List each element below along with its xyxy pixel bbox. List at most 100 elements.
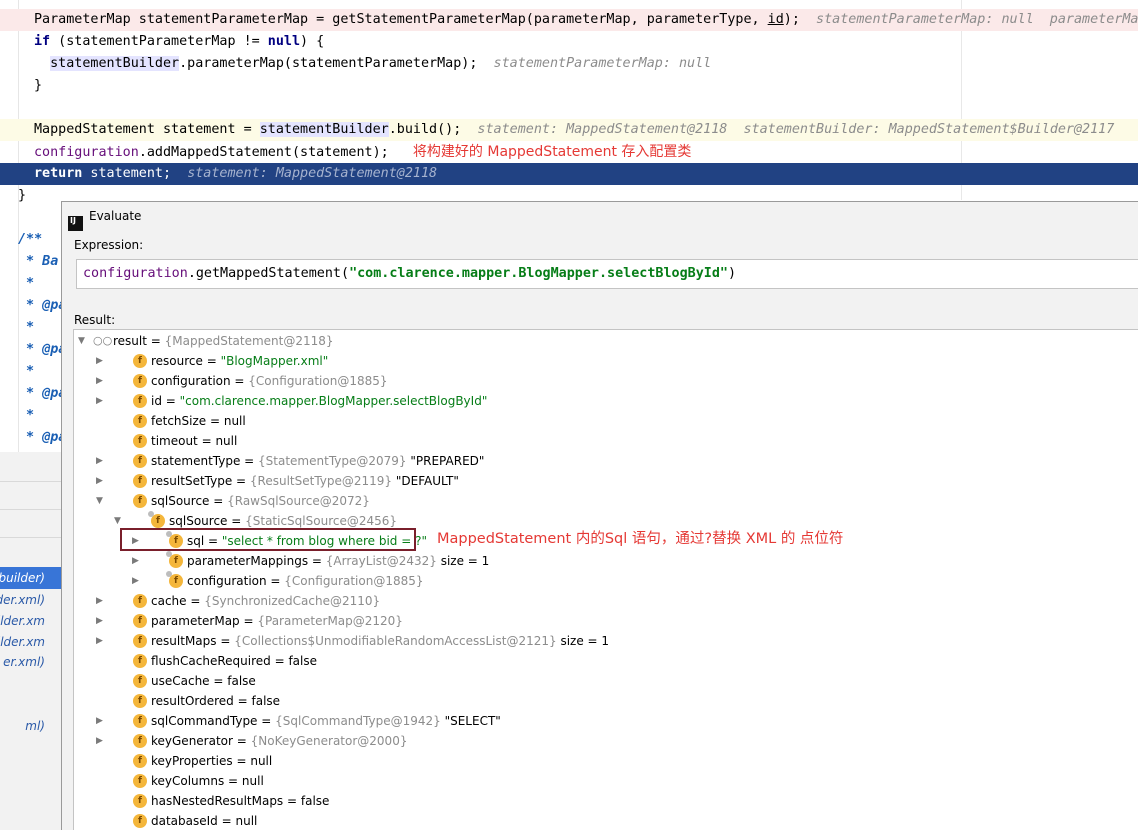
field-icon: f	[133, 634, 147, 648]
field-type: {MappedStatement@2118}	[164, 334, 334, 348]
tree-row[interactable]: ▶ f keyGenerator = {NoKeyGenerator@2000}	[74, 731, 1134, 751]
field-name: resource	[151, 354, 203, 368]
tree-row[interactable]: f keyProperties = null	[74, 751, 1134, 771]
tree-row[interactable]: ▶ f statementType = {StatementType@2079} "…	[74, 451, 1134, 471]
tree-row[interactable]: ▶ f configuration = {Configuration@1885}	[74, 571, 1134, 591]
field-icon: f	[133, 394, 147, 408]
field-string-value: "com.clarence.mapper.BlogMapper.selectBl…	[179, 394, 488, 408]
tree-row[interactable]: f resultOrdered = false	[74, 691, 1134, 711]
expand-arrow-icon[interactable]: ▶	[132, 551, 142, 571]
field-icon: f	[133, 654, 147, 668]
project-item[interactable]: der.xml)	[0, 590, 62, 610]
tree-row-text: id = "com.clarence.mapper.BlogMapper.sel…	[151, 394, 488, 408]
field-name: sqlCommandType	[151, 714, 258, 728]
expand-arrow-icon[interactable]: ▶	[96, 351, 106, 371]
field-icon: f	[133, 614, 147, 628]
code-text: }	[34, 78, 43, 93]
tree-row[interactable]: f keyColumns = null	[74, 771, 1134, 791]
expand-arrow-icon[interactable]: ▶	[96, 371, 106, 391]
field-name: keyColumns	[151, 774, 225, 788]
tree-row[interactable]: ▼ ○○ result = {MappedStatement@2118}	[74, 331, 1134, 351]
doc-comment-line: *	[18, 276, 35, 291]
tree-row[interactable]: ▶ f resultMaps = {Collections$Unmodifiable…	[74, 631, 1134, 651]
tree-row[interactable]: f fetchSize = null	[74, 411, 1134, 431]
result-tree[interactable]: ▼ ○○ result = {MappedStatement@2118} ▶ f reso…	[73, 329, 1138, 830]
tree-row-text: keyProperties = null	[151, 754, 273, 768]
field-icon: f	[133, 814, 147, 828]
tree-row[interactable]: ▶ f configuration = {Configuration@1885}	[74, 371, 1134, 391]
project-item[interactable]: er.xml)	[0, 652, 62, 672]
evaluate-dialog[interactable]: IJ Evaluate Expression: configuration.get…	[61, 201, 1138, 830]
tree-row-text: hasNestedResultMaps = false	[151, 794, 330, 808]
field-value: "PREPARED"	[406, 454, 485, 468]
code-text: return statement; statement: MappedState…	[34, 166, 438, 181]
tree-row[interactable]: f timeout = null	[74, 431, 1134, 451]
field-icon: f	[133, 774, 147, 788]
private-field-icon: f	[166, 571, 183, 588]
tree-row[interactable]: f flushCacheRequired = false	[74, 651, 1134, 671]
doc-comment-line: *	[18, 364, 35, 379]
field-icon: f	[133, 374, 147, 388]
tree-row[interactable]: ▶ f parameterMap = {ParameterMap@2120}	[74, 611, 1134, 631]
tree-row[interactable]: ▶ f id = "com.clarence.mapper.BlogMapper.s…	[74, 391, 1134, 411]
field-name: keyProperties	[151, 754, 233, 768]
tree-row-text: databaseId = null	[151, 814, 258, 828]
tree-row-text: useCache = false	[151, 674, 256, 688]
collapse-arrow-icon[interactable]: ▼	[96, 491, 106, 511]
code-line-6[interactable]: configuration.addMappedStatement(stateme…	[0, 141, 1138, 163]
tree-row[interactable]: ▶ f resource = "BlogMapper.xml"	[74, 351, 1134, 371]
project-item[interactable]: ml)	[0, 716, 62, 736]
field-value: "SELECT"	[440, 714, 501, 728]
tree-row[interactable]: f hasNestedResultMaps = false	[74, 791, 1134, 811]
collapse-arrow-icon[interactable]: ▼	[78, 331, 88, 351]
field-name: parameterMappings	[187, 554, 309, 568]
expand-arrow-icon[interactable]: ▶	[96, 591, 106, 611]
code-line-1[interactable]: ParameterMap statementParameterMap = get…	[0, 9, 1138, 31]
code-line-2[interactable]: if (statementParameterMap != null) {	[0, 31, 1138, 53]
expand-arrow-icon[interactable]: ▶	[96, 711, 106, 731]
code-line-5[interactable]: MappedStatement statement = statementBui…	[0, 119, 1138, 141]
code-line-7-current[interactable]: return statement; statement: MappedState…	[0, 163, 1138, 185]
expand-arrow-icon[interactable]: ▶	[96, 391, 106, 411]
expand-arrow-icon[interactable]: ▶	[96, 631, 106, 651]
tree-row[interactable]: ▶ f parameterMappings = {ArrayList@2432} s…	[74, 551, 1134, 571]
expand-arrow-icon[interactable]: ▶	[96, 471, 106, 491]
code-line-3[interactable]: statementBuilder.parameterMap(statementP…	[0, 53, 1138, 75]
tree-row-text: resource = "BlogMapper.xml"	[151, 354, 329, 368]
tree-row-text: parameterMappings = {ArrayList@2432} siz…	[187, 554, 490, 568]
expand-arrow-icon[interactable]: ▶	[96, 451, 106, 471]
field-type: {RawSqlSource@2072}	[227, 494, 370, 508]
tree-row[interactable]: f useCache = false	[74, 671, 1134, 691]
field-icon: f	[133, 794, 147, 808]
code-line-4[interactable]: }	[0, 75, 1138, 97]
tree-row-text: configuration = {Configuration@1885}	[151, 374, 388, 388]
field-icon: f	[133, 414, 147, 428]
tree-row-text: resultOrdered = false	[151, 694, 281, 708]
field-type: {ParameterMap@2120}	[257, 614, 403, 628]
expand-arrow-icon[interactable]: ▶	[96, 611, 106, 631]
project-item[interactable]: builder)	[0, 568, 62, 588]
field-icon: f	[133, 714, 147, 728]
sql-annotation-note: MappedStatement 内的Sql 语句，通过?替换 XML 的 点位符	[437, 531, 844, 547]
tree-row[interactable]: ▶ f cache = {SynchronizedCache@2110}	[74, 591, 1134, 611]
intellij-logo-icon: IJ	[68, 216, 83, 231]
tree-row[interactable]: f databaseId = null	[74, 811, 1134, 830]
field-icon: f	[133, 474, 147, 488]
field-icon: f	[133, 694, 147, 708]
tree-row[interactable]: ▶ f sqlCommandType = {SqlCommandType@1942}…	[74, 711, 1134, 731]
project-item[interactable]: .builder.xm	[0, 611, 62, 631]
code-text: }	[18, 188, 27, 203]
tree-row[interactable]: ▶ f resultSetType = {ResultSetType@2119} "…	[74, 471, 1134, 491]
expand-arrow-icon[interactable]: ▶	[96, 731, 106, 751]
expression-input[interactable]: configuration.getMappedStatement("com.cl…	[76, 259, 1138, 289]
field-value: null	[250, 754, 273, 768]
tree-row[interactable]: ▼ f sqlSource = {RawSqlSource@2072}	[74, 491, 1134, 511]
field-value: size = 1	[436, 554, 490, 568]
dialog-title-bar[interactable]: IJ Evaluate	[68, 206, 141, 231]
expand-arrow-icon[interactable]: ▶	[132, 571, 142, 591]
project-item[interactable]: .builder.xm	[0, 632, 62, 652]
field-type: {Collections$UnmodifiableRandomAccessLis…	[234, 634, 557, 648]
field-value: null	[241, 774, 264, 788]
tree-row-text: sqlCommandType = {SqlCommandType@1942} "…	[151, 714, 501, 728]
expression-label: Expression:	[74, 238, 144, 252]
